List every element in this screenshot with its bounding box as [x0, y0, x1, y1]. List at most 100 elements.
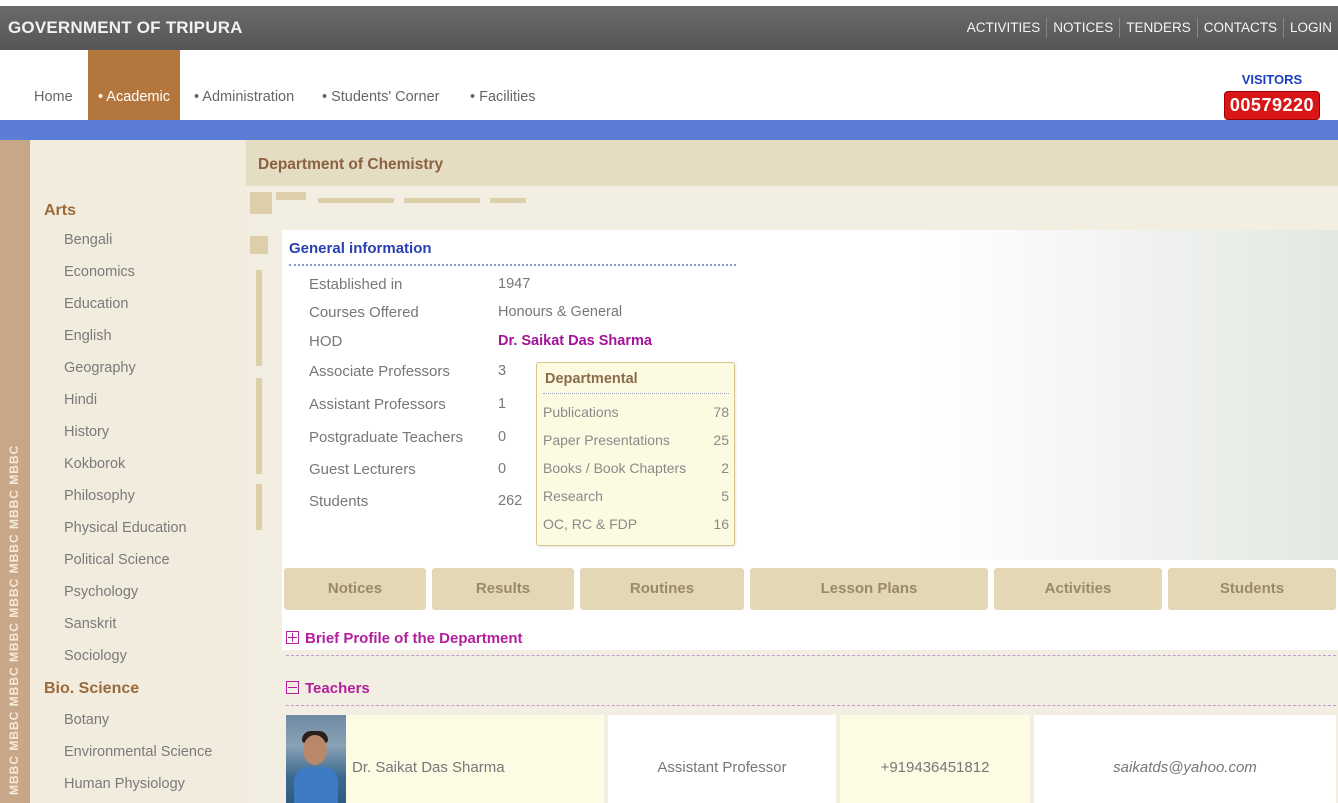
teacher-name[interactable]: Dr. Saikat Das Sharma [346, 715, 604, 803]
sidebar-item[interactable]: Sanskrit [64, 616, 116, 632]
top-link-contacts[interactable]: CONTACTS [1196, 18, 1283, 38]
info-label: Students [309, 493, 369, 510]
top-bar: GOVERNMENT OF TRIPURA ACTIVITIES NOTICES… [0, 6, 1338, 50]
info-value: 0 [498, 429, 507, 445]
sidebar-item[interactable]: History [64, 424, 109, 440]
info-value: 262 [498, 493, 523, 509]
tab-results[interactable]: Results [432, 568, 574, 610]
sidebar-item[interactable]: Sociology [64, 648, 127, 664]
teachers-toggle[interactable]: Teachers [286, 680, 370, 697]
stat-row: OC, RC & FDP 16 [543, 516, 729, 532]
side-strip: MBBC MBBC MBBC MBBC MBBC MBBC MBBC MBBC [0, 140, 30, 803]
sidebar-item[interactable]: Philosophy [64, 488, 135, 504]
top-links: ACTIVITIES NOTICES TENDERS CONTACTS LOGI… [961, 6, 1338, 50]
info-label: HOD [309, 333, 343, 350]
top-link-tenders[interactable]: TENDERS [1119, 18, 1197, 38]
sidebar-item[interactable]: Human Physiology [64, 776, 185, 792]
stat-label: Publications [543, 404, 619, 420]
info-value: 3 [498, 363, 507, 379]
side-strip-text: MBBC MBBC MBBC MBBC MBBC MBBC MBBC MBBC [7, 444, 21, 795]
category-arts[interactable]: Arts [44, 202, 76, 220]
department-header: Department of Chemistry [246, 140, 1338, 186]
ornament [256, 270, 262, 366]
sidebar-item[interactable]: Physical Education [64, 520, 187, 536]
stat-row: Publications 78 [543, 404, 729, 420]
sidebar-item[interactable]: Environmental Science [64, 744, 212, 760]
tab-routines[interactable]: Routines [580, 568, 744, 610]
main-content: Department of Chemistry General informat… [246, 140, 1338, 803]
teacher-phone: +919436451812 [840, 715, 1030, 803]
plus-box-icon[interactable] [286, 631, 299, 644]
info-value: Honours & General [498, 304, 623, 320]
stat-label: OC, RC & FDP [543, 516, 638, 532]
ornament [256, 484, 262, 530]
teacher-photo [286, 715, 346, 803]
nav-administration[interactable]: • Administration [194, 50, 294, 120]
sidebar-item[interactable]: Economics [64, 264, 135, 280]
stat-value: 5 [721, 488, 729, 504]
blue-divider [0, 120, 1338, 140]
page-title: Department of Chemistry [258, 156, 444, 173]
sidebar-item[interactable]: Kokborok [64, 456, 125, 472]
nav-home[interactable]: Home [34, 50, 73, 120]
nav-academic[interactable]: • Academic [88, 50, 180, 120]
visitor-counter: VISITORS 00579220 [1223, 72, 1320, 120]
teacher-email[interactable]: saikatds@yahoo.com [1034, 715, 1336, 803]
tab-lesson-plans[interactable]: Lesson Plans [750, 568, 988, 610]
divider [286, 655, 1336, 656]
top-link-activities[interactable]: ACTIVITIES [961, 18, 1047, 38]
ornament [490, 198, 526, 203]
divider [286, 705, 1336, 706]
info-label: Associate Professors [309, 363, 450, 380]
general-info-heading: General information [289, 240, 432, 257]
college-building-image [922, 230, 1338, 560]
departmental-stats-box: Departmental Publications 78 Paper Presen… [536, 362, 735, 546]
info-value: 1 [498, 396, 507, 412]
hod-link[interactable]: Dr. Saikat Das Sharma [498, 333, 652, 349]
tab-students[interactable]: Students [1168, 568, 1336, 610]
stat-row: Paper Presentations 25 [543, 432, 729, 448]
stat-value: 16 [713, 516, 729, 532]
stat-value: 78 [713, 404, 729, 420]
ornament [276, 192, 306, 200]
brief-profile-toggle[interactable]: Brief Profile of the Department [286, 630, 523, 647]
sidebar-item[interactable]: Geography [64, 360, 136, 376]
sidebar-item[interactable]: Psychology [64, 584, 138, 600]
photo-face [303, 735, 327, 765]
sidebar-item[interactable]: Botany [64, 712, 109, 728]
minus-box-icon[interactable] [286, 681, 299, 694]
category-bio-science[interactable]: Bio. Science [44, 680, 139, 698]
brief-profile-label: Brief Profile of the Department [305, 630, 523, 647]
stat-row: Research 5 [543, 488, 729, 504]
ornament [318, 198, 394, 203]
teacher-designation: Assistant Professor [608, 715, 836, 803]
top-link-notices[interactable]: NOTICES [1046, 18, 1119, 38]
main-nav: Home • Academic • Administration • Stude… [0, 50, 1338, 120]
ornament [250, 236, 268, 254]
info-label: Courses Offered [309, 304, 419, 321]
nav-students-corner[interactable]: • Students' Corner [322, 50, 439, 120]
teachers-label: Teachers [305, 680, 370, 697]
info-label: Guest Lecturers [309, 461, 416, 478]
sidebar-item[interactable]: Hindi [64, 392, 97, 408]
visitors-label: VISITORS [1241, 72, 1303, 87]
department-sidebar: Arts Bengali Economics Education English… [30, 140, 246, 803]
tab-notices[interactable]: Notices [284, 568, 426, 610]
site-title: GOVERNMENT OF TRIPURA [8, 18, 243, 37]
nav-facilities[interactable]: • Facilities [470, 50, 536, 120]
departmental-title: Departmental [545, 371, 638, 387]
sidebar-item[interactable]: Political Science [64, 552, 170, 568]
ornament [404, 198, 480, 203]
ornament [256, 378, 262, 474]
sidebar-item[interactable]: Bengali [64, 232, 112, 248]
sidebar-item[interactable]: Education [64, 296, 129, 312]
info-value: 0 [498, 461, 507, 477]
tab-activities[interactable]: Activities [994, 568, 1162, 610]
sidebar-item[interactable]: English [64, 328, 112, 344]
info-label: Established in [309, 276, 403, 293]
photo-shirt [294, 767, 338, 803]
visitors-count: 00579220 [1223, 91, 1320, 120]
divider [543, 393, 729, 394]
stat-row: Books / Book Chapters 2 [543, 460, 729, 476]
top-link-login[interactable]: LOGIN [1282, 18, 1338, 38]
